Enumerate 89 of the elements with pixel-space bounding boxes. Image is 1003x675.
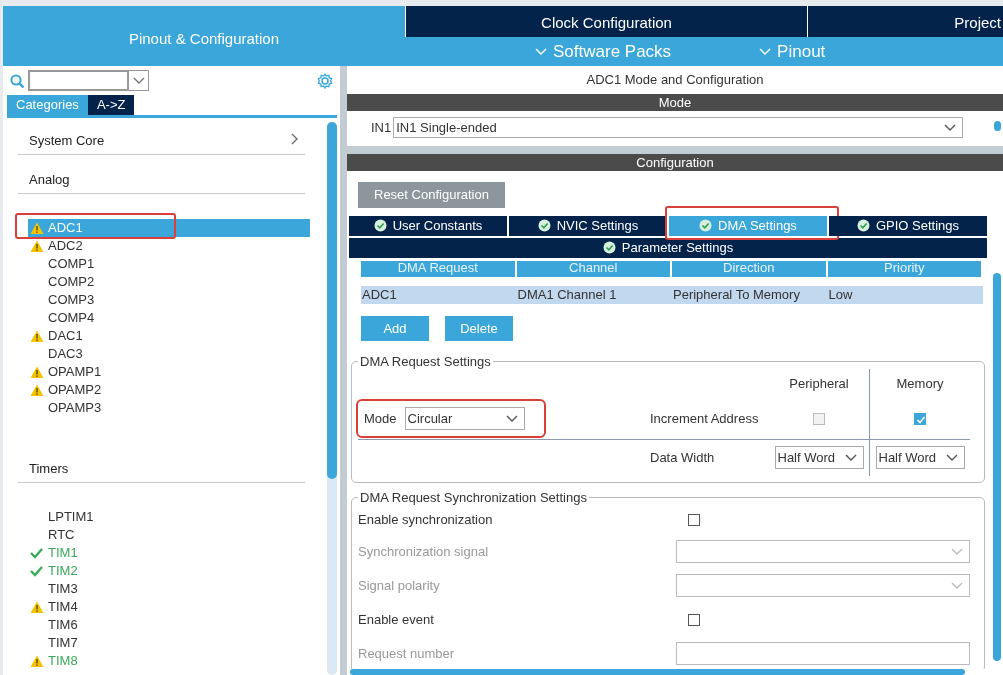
column-header: Channel	[516, 260, 670, 277]
chevron-down-icon	[944, 123, 957, 132]
select-field[interactable]	[676, 540, 970, 564]
select-field[interactable]: Circular	[404, 407, 525, 431]
warning-icon	[30, 240, 44, 252]
field-label: Data Width	[650, 449, 716, 467]
peripheral-item[interactable]: DAC3	[28, 345, 310, 363]
panel-title: ADC1 Mode and Configuration	[585, 71, 765, 89]
group-title: DMA Request Synchronization Settings	[359, 490, 588, 505]
table-cell-text: Low	[827, 285, 854, 304]
column-label: Peripheral	[789, 375, 849, 393]
table-row[interactable]: ADC1 DMA1 Channel 1 Peripheral To Memory Low	[361, 285, 983, 304]
check-circle-icon	[373, 219, 387, 233]
warning-icon	[30, 601, 44, 613]
peripheral-item[interactable]: COMP2	[28, 273, 310, 291]
check-circle-icon	[602, 241, 616, 255]
field-label: Mode	[364, 410, 397, 428]
select-field[interactable]: IN1 Single-ended	[393, 117, 964, 138]
column-header: Direction	[672, 260, 826, 277]
chevron-right-icon	[290, 133, 299, 145]
select-field[interactable]	[676, 574, 970, 598]
select-field[interactable]: Half Word	[875, 446, 965, 470]
warning-icon	[30, 330, 44, 342]
scrollbar[interactable]	[993, 272, 1001, 662]
peripheral-item[interactable]: COMP4	[28, 309, 310, 327]
view-tab[interactable]: A->Z	[87, 95, 135, 115]
settings-icon[interactable]	[317, 72, 333, 89]
peripheral-item[interactable]: RTC	[28, 526, 310, 544]
field-label: Synchronization signal	[358, 543, 490, 561]
category-header[interactable]: Timers	[18, 456, 305, 483]
field-label: Signal polarity	[358, 577, 441, 595]
peripheral-item[interactable]: TIM6	[28, 616, 310, 634]
column-header: DMA Request	[361, 260, 515, 277]
warning-icon	[30, 222, 44, 234]
chevron-down-icon	[844, 453, 857, 463]
peripheral-item[interactable]: ADC2	[28, 237, 310, 255]
check-icon	[30, 565, 43, 577]
field-label: IN1	[371, 118, 392, 137]
chevron-down-icon	[759, 47, 772, 56]
column-header: Priority	[827, 260, 981, 277]
config-tab[interactable]: Parameter Settings	[349, 237, 989, 258]
chevron-down-icon	[951, 547, 963, 557]
check-icon	[30, 547, 43, 559]
peripheral-item[interactable]: TIM4	[28, 598, 310, 616]
peripheral-item[interactable]: LPTIM1	[28, 508, 310, 526]
chevron-down-icon	[951, 581, 963, 591]
chevron-down-icon	[505, 414, 518, 424]
peripheral-item[interactable]: DAC1	[28, 327, 310, 345]
chevron-down-icon	[535, 47, 547, 56]
field-label: Increment Address	[650, 410, 760, 428]
scrollbar[interactable]	[350, 669, 965, 675]
category-header[interactable]: Analog	[18, 167, 305, 194]
section-header: Mode	[347, 94, 1003, 111]
scrollbar[interactable]	[327, 122, 337, 675]
config-tab[interactable]: User Constants	[349, 215, 509, 236]
group-title: DMA Request Settings	[359, 354, 492, 369]
peripheral-item[interactable]: TIM7	[28, 634, 310, 652]
dropdown-button[interactable]	[128, 70, 149, 91]
column-label: Memory	[896, 375, 944, 393]
checkbox[interactable]	[688, 513, 700, 526]
table-cell-text: ADC1	[361, 285, 398, 304]
check-circle-icon	[699, 219, 713, 233]
config-tab[interactable]: GPIO Settings	[829, 215, 989, 236]
field-label: Enable synchronization	[358, 511, 494, 529]
warning-icon	[30, 655, 44, 667]
table-cell-text: Peripheral To Memory	[672, 285, 801, 304]
field-label: Request number	[358, 645, 456, 663]
top-tab[interactable]: Project	[807, 6, 1003, 37]
table-cell-text: DMA1 Channel 1	[516, 285, 618, 304]
checkbox[interactable]	[914, 412, 926, 425]
warning-icon	[30, 384, 44, 396]
check-circle-icon	[537, 219, 551, 233]
peripheral-item[interactable]: TIM3	[28, 580, 310, 598]
scrollbar[interactable]	[994, 121, 1001, 131]
checkbox[interactable]	[688, 613, 700, 626]
category-header[interactable]: System Core	[18, 128, 305, 155]
peripheral-item[interactable]: OPAMP3	[28, 399, 310, 417]
chevron-down-icon	[945, 453, 958, 463]
peripheral-item[interactable]: COMP1	[28, 255, 310, 273]
field-label: Enable event	[358, 611, 435, 629]
search-field[interactable]	[28, 70, 128, 91]
select-field[interactable]: Half Word	[774, 446, 864, 470]
search-icon	[10, 73, 24, 88]
chevron-down-icon	[132, 76, 145, 85]
peripheral-item[interactable]: OPAMP2	[28, 381, 310, 399]
warning-icon	[30, 366, 44, 378]
peripheral-item[interactable]: COMP3	[28, 291, 310, 309]
peripheral-item[interactable]: OPAMP1	[28, 363, 310, 381]
check-circle-icon	[856, 219, 870, 233]
